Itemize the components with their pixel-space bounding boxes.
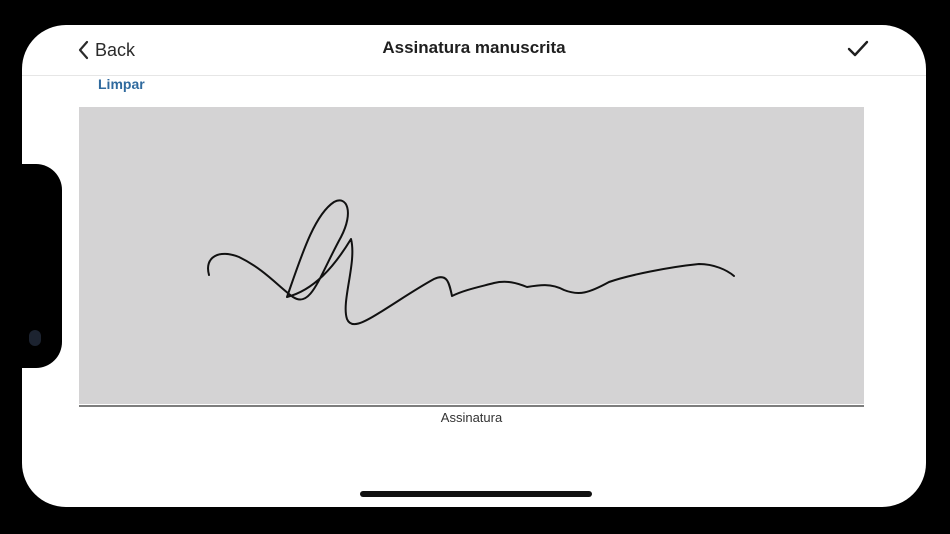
signature-baseline — [79, 405, 864, 407]
page-title: Assinatura manuscrita — [382, 38, 566, 57]
done-button[interactable] — [846, 37, 870, 61]
signature-label: Assinatura — [440, 410, 503, 425]
home-indicator[interactable] — [360, 491, 592, 497]
app-screen: Back Assinatura manuscrita Limpar Assina… — [22, 25, 926, 507]
signature-stroke — [207, 199, 735, 326]
clear-button[interactable]: Limpar — [98, 76, 145, 92]
camera-sensor-icon — [29, 330, 41, 346]
navigation-bar: Back Assinatura manuscrita — [22, 25, 926, 76]
checkmark-icon — [847, 40, 869, 57]
signature-pad[interactable] — [79, 107, 864, 404]
